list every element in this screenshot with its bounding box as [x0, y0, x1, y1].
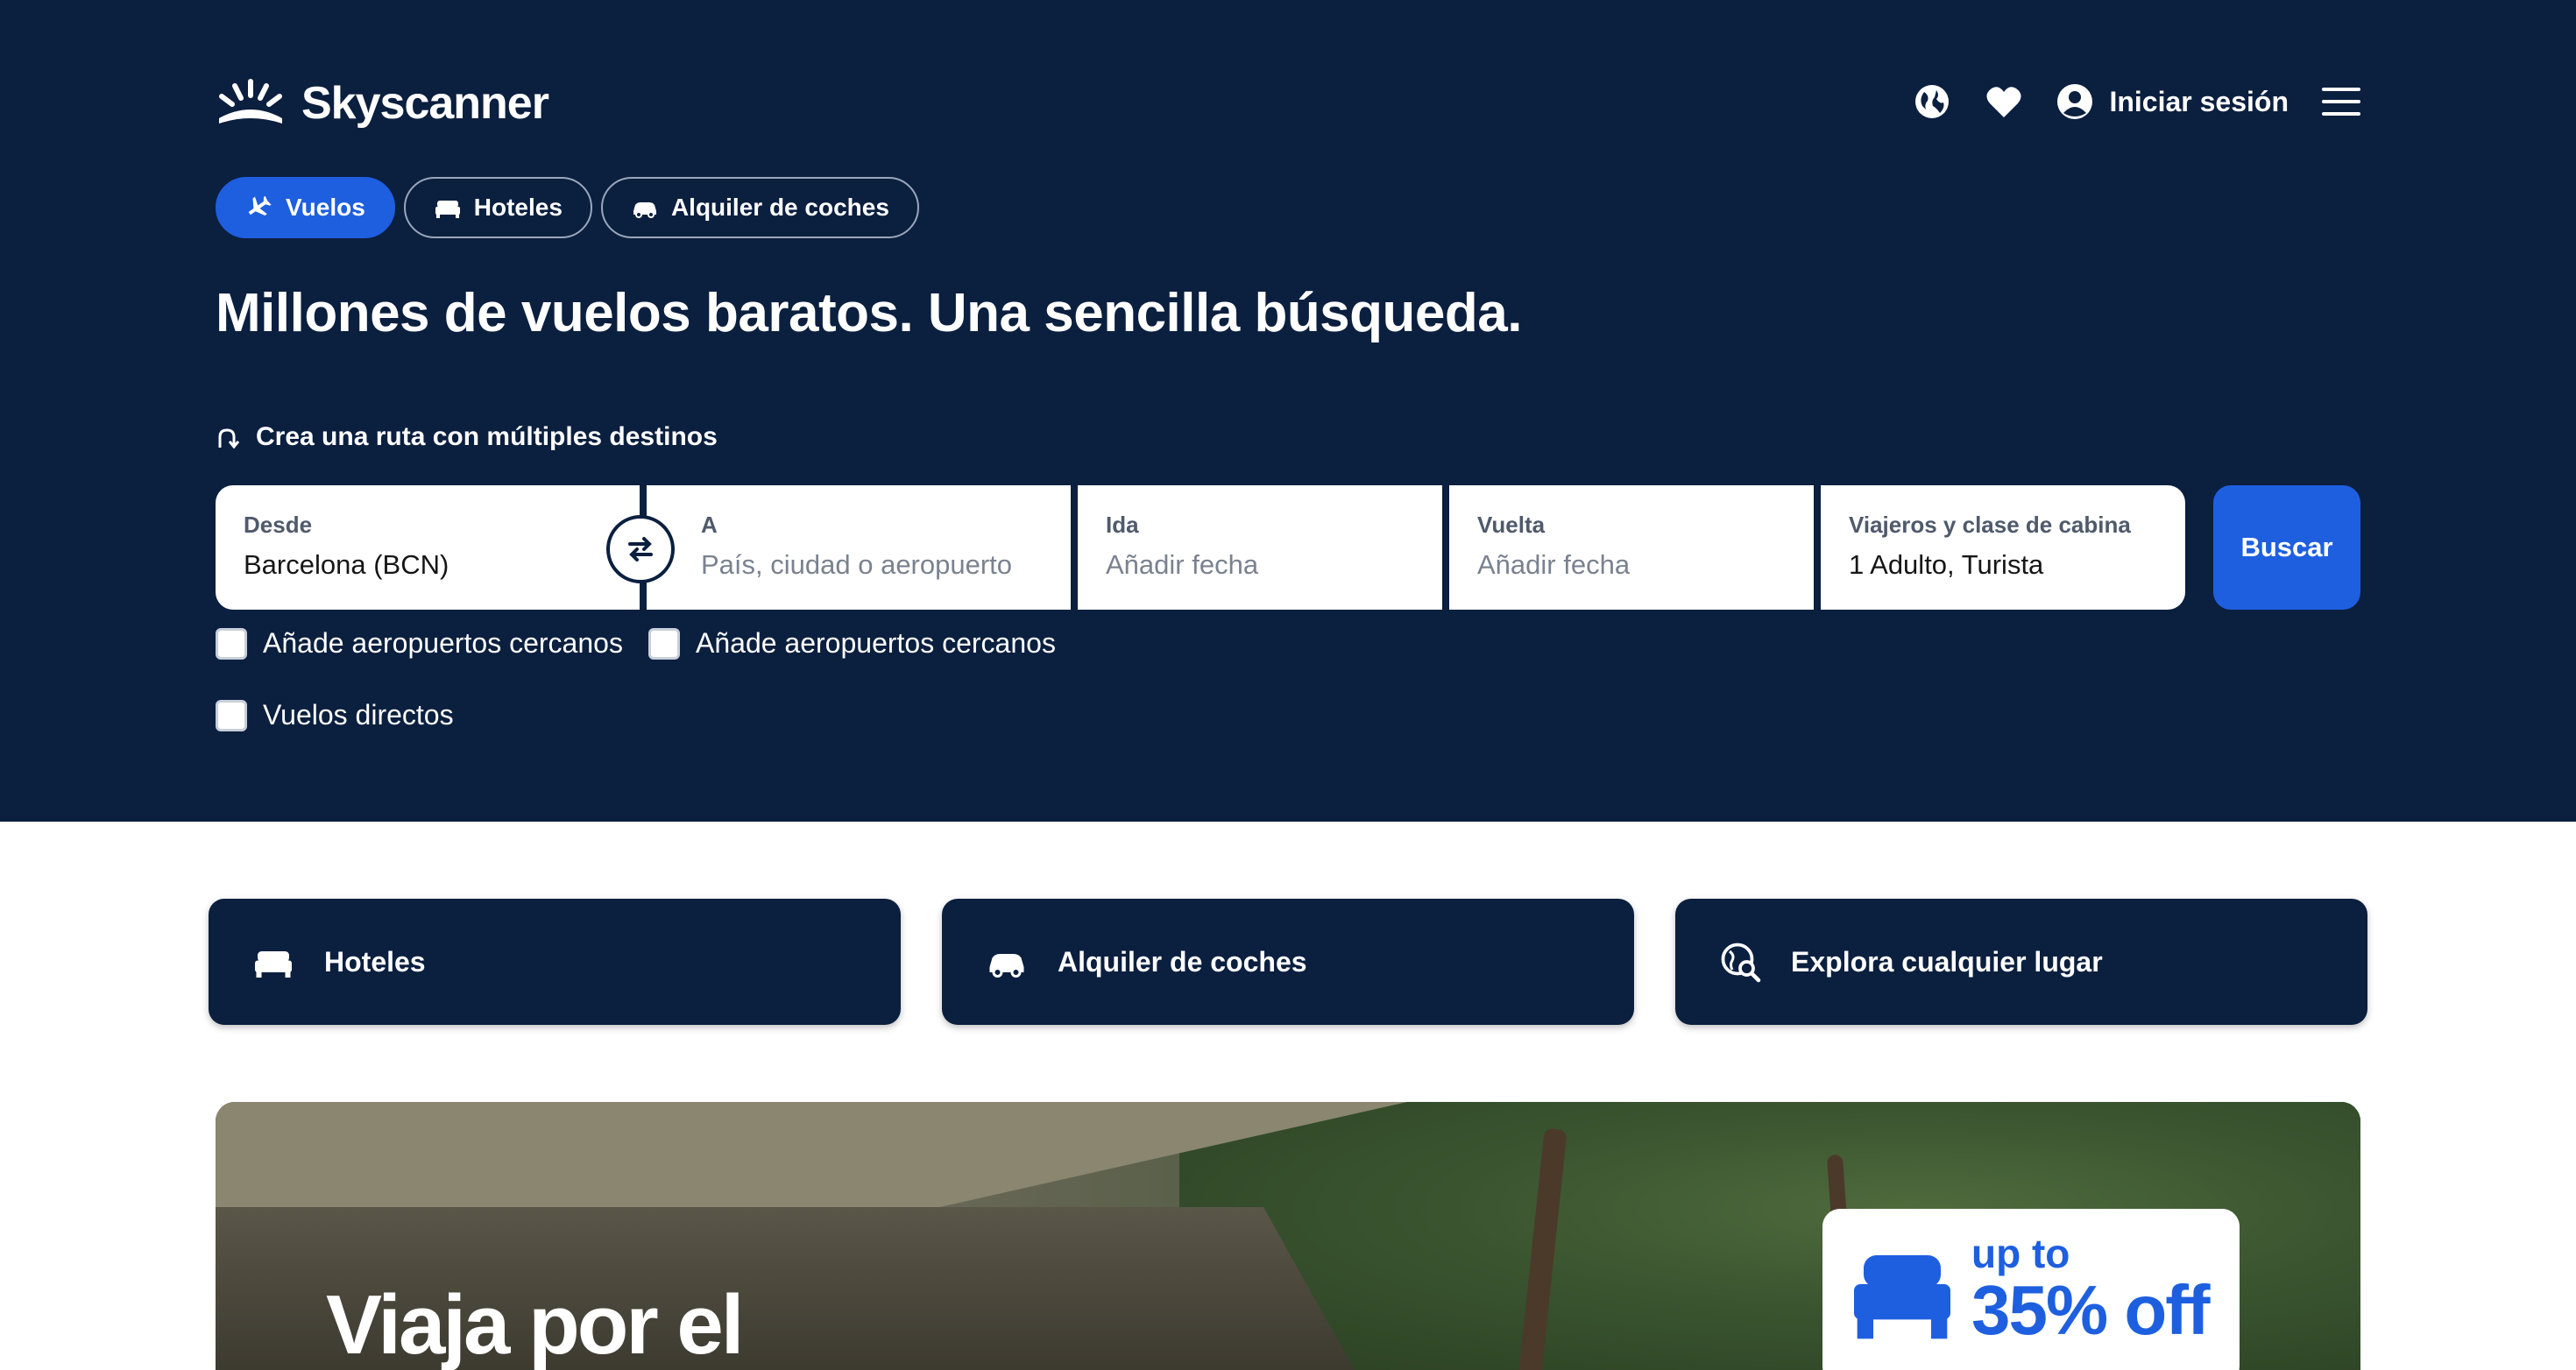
return-placeholder: Añadir fecha — [1477, 549, 1631, 580]
tab-flights[interactable]: Vuelos — [216, 177, 395, 238]
checkbox-box[interactable] — [648, 627, 680, 660]
direct-flights-checkbox[interactable]: Vuelos directos — [216, 699, 454, 731]
plane-icon — [248, 195, 272, 216]
brand-name: Skyscanner — [301, 78, 549, 129]
globe-icon[interactable] — [1913, 82, 1951, 121]
travellers-cabin-field[interactable]: Viajeros y clase de cabina 1 Adulto, Tur… — [1821, 485, 2185, 610]
origin-label: Desde — [244, 512, 313, 538]
banner-title: Viaja por el — [326, 1278, 744, 1370]
depart-date-field[interactable]: Ida Añadir fecha — [1078, 485, 1442, 610]
checkbox-label: Añade aeropuertos cercanos — [263, 627, 623, 659]
bed-icon — [435, 201, 460, 218]
travellers-value: 1 Adulto, Turista — [1849, 549, 2044, 580]
page-headline: Millones de vuelos baratos. Una sencilla… — [216, 283, 1522, 343]
checkbox-label: Vuelos directos — [263, 699, 454, 731]
skyscanner-logo[interactable]: Skyscanner — [216, 77, 549, 130]
quick-link-label: Hoteles — [324, 945, 426, 978]
return-date-field[interactable]: Vuelta Añadir fecha — [1449, 485, 1814, 610]
car-icon — [989, 954, 1024, 978]
flight-search-form: Desde Barcelona (BCN) A País, ciudad o a… — [216, 485, 2185, 610]
bed-icon — [255, 951, 292, 978]
tab-car-hire[interactable]: Alquiler de coches — [600, 177, 919, 238]
login-button[interactable]: Iniciar sesión — [2056, 83, 2289, 120]
origin-value: Barcelona (BCN) — [244, 549, 449, 580]
tab-hotels[interactable]: Hoteles — [403, 177, 592, 238]
product-tabs: Vuelos Hoteles Alquiler de coches — [216, 177, 919, 238]
origin-field[interactable]: Desde Barcelona (BCN) — [216, 485, 640, 610]
discount-value: 35% off — [1971, 1271, 2210, 1349]
account-icon — [2057, 84, 2093, 119]
destination-label: A — [701, 512, 718, 538]
quick-link-hotels[interactable]: Hoteles — [209, 899, 901, 1025]
checkbox-box[interactable] — [216, 699, 247, 731]
swap-airports-button[interactable] — [606, 515, 675, 583]
quick-link-car-hire[interactable]: Alquiler de coches — [942, 899, 1634, 1025]
discount-badge[interactable]: up to 35% off — [1822, 1209, 2240, 1370]
login-label: Iniciar sesión — [2109, 85, 2289, 117]
checkbox-box[interactable] — [216, 627, 247, 660]
destination-placeholder: País, ciudad o aeropuerto — [701, 549, 1013, 580]
bed-icon — [1854, 1255, 1950, 1339]
return-label: Vuelta — [1477, 512, 1546, 538]
tab-label: Alquiler de coches — [670, 194, 889, 221]
checkbox-label: Añade aeropuertos cercanos — [696, 627, 1056, 659]
search-button[interactable]: Buscar — [2213, 485, 2360, 610]
multi-city-label: Crea una ruta con múltiples destinos — [256, 422, 718, 451]
swap-arrows-icon — [628, 537, 653, 561]
quick-link-label: Explora cualquier lugar — [1791, 945, 2103, 978]
travellers-label: Viajeros y clase de cabina — [1849, 512, 2131, 538]
header-actions: Iniciar sesión — [1913, 77, 2360, 126]
depart-placeholder: Añadir fecha — [1106, 549, 1259, 580]
destination-field[interactable]: A País, ciudad o aeropuerto — [647, 485, 1071, 610]
globe-search-icon — [1721, 943, 1761, 983]
discount-text: up to 35% off — [1971, 1231, 2210, 1349]
car-icon — [633, 202, 656, 218]
multi-city-link[interactable]: Crea una ruta con múltiples destinos — [216, 422, 718, 452]
discount-prefix: up to — [1971, 1231, 2070, 1276]
quick-link-label: Alquiler de coches — [1058, 945, 1307, 978]
heart-icon[interactable] — [1985, 82, 2023, 121]
nearby-origin-checkbox[interactable]: Añade aeropuertos cercanos — [216, 627, 623, 660]
nearby-destination-checkbox[interactable]: Añade aeropuertos cercanos — [648, 627, 1056, 660]
tab-label: Vuelos — [286, 194, 365, 221]
hamburger-menu-icon[interactable] — [2322, 86, 2360, 117]
quick-link-explore[interactable]: Explora cualquier lugar — [1675, 899, 2367, 1025]
depart-label: Ida — [1106, 512, 1139, 538]
tab-label: Hoteles — [473, 194, 563, 221]
route-icon — [218, 428, 240, 449]
sunrise-logo-icon — [219, 79, 282, 124]
hero-section: Skyscanner Iniciar sesión Vuelos Hoteles… — [0, 0, 2576, 822]
